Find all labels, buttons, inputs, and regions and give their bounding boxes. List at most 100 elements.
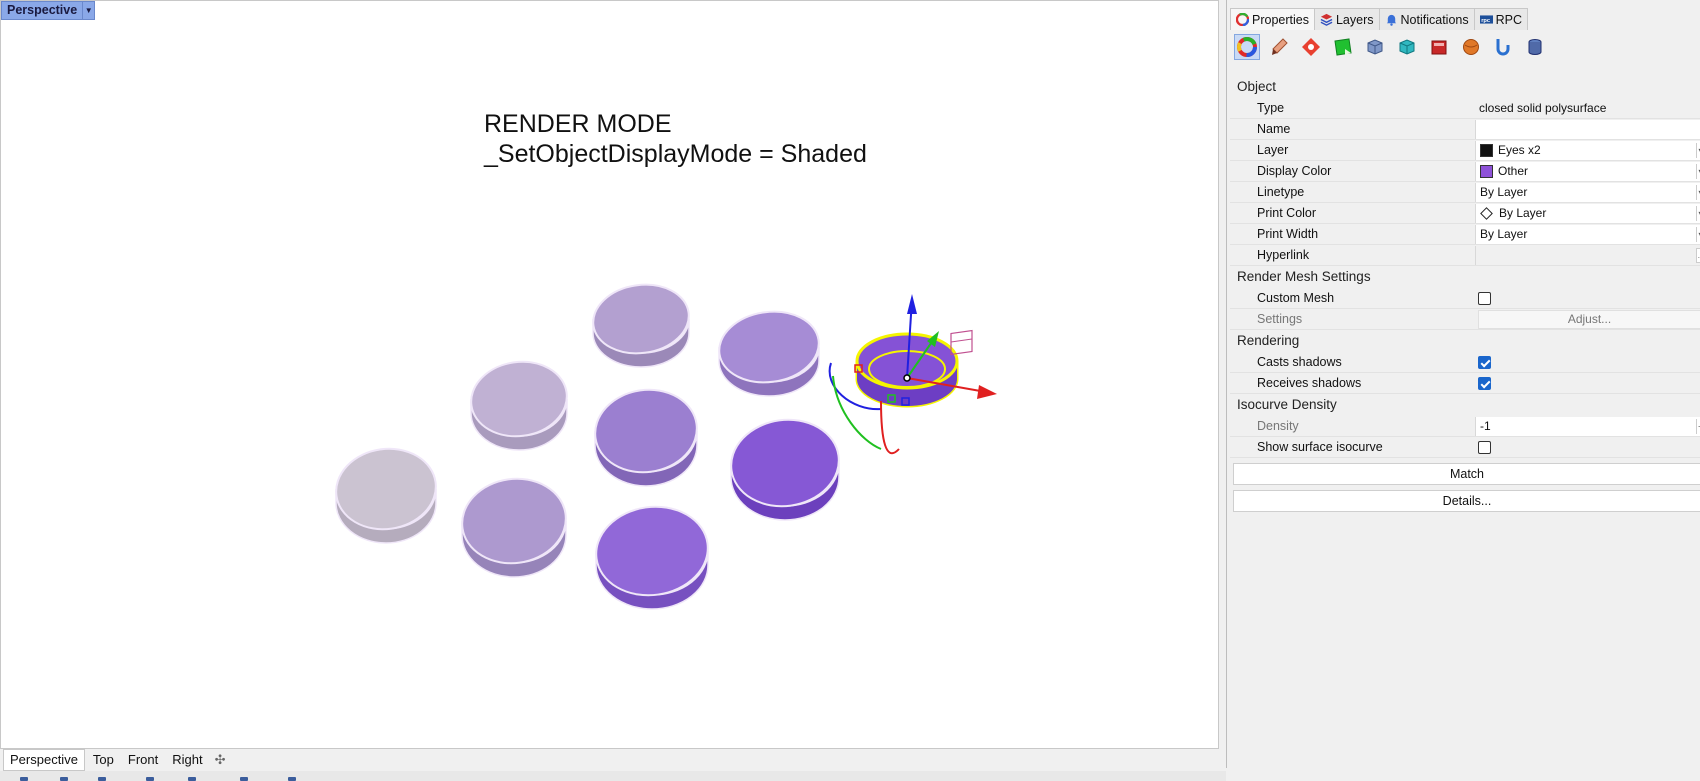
status-icon[interactable] (20, 777, 28, 781)
viewport-menu-chevron-down-icon[interactable]: ▼ (82, 2, 94, 19)
status-icon[interactable] (98, 777, 106, 781)
linetype-label: Linetype (1257, 185, 1305, 199)
tab-properties-label: Properties (1252, 12, 1309, 27)
tab-properties[interactable]: Properties (1230, 8, 1315, 30)
hyperlink-field[interactable]: .. (1475, 246, 1700, 265)
type-value: closed solid polysurface (1479, 101, 1607, 115)
tab-rpc-label: RPC (1495, 12, 1523, 27)
tab-notifications[interactable]: Notifications (1378, 8, 1475, 30)
gumball-center[interactable] (903, 374, 911, 382)
print-width-value: By Layer (1480, 227, 1528, 241)
prop-hyperlink: Hyperlink .. (1230, 245, 1700, 266)
display-color-swatch (1480, 165, 1493, 178)
layer-value: Eyes x2 (1498, 143, 1541, 157)
paint-brush-icon (1272, 38, 1288, 55)
display-color-select[interactable]: Other ▾ (1475, 162, 1700, 181)
viewport-tabs: Perspective Top Front Right ✣ (0, 749, 1219, 771)
status-icon[interactable] (240, 777, 248, 781)
mesh-modifiers-button[interactable] (1394, 34, 1420, 60)
material-button[interactable] (1266, 34, 1292, 60)
layers-icon (1320, 13, 1333, 26)
curve-piping-button[interactable] (1490, 34, 1516, 60)
layer-select[interactable]: Eyes x2 ▾ (1475, 141, 1700, 160)
color-wheel-icon (1236, 13, 1249, 26)
cube-icon (1399, 39, 1415, 55)
match-button[interactable]: Match (1233, 463, 1700, 485)
gumball-z-arrow-icon[interactable] (907, 294, 917, 314)
prop-linetype: Linetype By Layer ▾ (1230, 182, 1700, 203)
show-isocurve-checkbox[interactable] (1478, 441, 1491, 454)
texture-mapping-button[interactable] (1330, 34, 1356, 60)
prop-name: Name (1230, 119, 1700, 140)
hyperlink-browse-button[interactable]: .. (1696, 248, 1700, 263)
status-strip (0, 771, 1226, 781)
tab-layers[interactable]: Layers (1313, 8, 1380, 30)
settings-label: Settings (1257, 312, 1303, 326)
receives-shadows-checkbox[interactable] (1478, 377, 1491, 390)
gumball-x-arrow-icon[interactable] (977, 385, 997, 399)
status-icon[interactable] (288, 777, 296, 781)
density-input[interactable]: -1 ÷ (1475, 417, 1700, 436)
receives-shadows-label: Receives shadows (1257, 376, 1362, 390)
casts-shadows-checkbox[interactable] (1478, 356, 1491, 369)
viewport-name[interactable]: Perspective (2, 2, 82, 19)
gumball-rotate-z[interactable] (880, 400, 900, 455)
gumball[interactable] (828, 294, 997, 455)
tab-top[interactable]: Top (87, 750, 120, 770)
decals-button[interactable] (1298, 34, 1324, 60)
viewport-title[interactable]: Perspective ▼ (1, 1, 96, 20)
red-box-icon (1431, 40, 1447, 55)
status-icon[interactable] (146, 777, 154, 781)
texture-mapping-icon (1334, 38, 1352, 56)
linetype-select[interactable]: By Layer ▾ (1475, 183, 1700, 202)
bell-icon (1386, 14, 1396, 26)
tab-notifications-label: Notifications (1400, 12, 1469, 27)
name-input[interactable] (1475, 120, 1700, 139)
properties-list: Object Type closed solid polysurface Nam… (1230, 76, 1700, 512)
prop-print-width: Print Width By Layer ▾ (1230, 224, 1700, 245)
casts-shadows-label: Casts shadows (1257, 355, 1342, 369)
print-width-select[interactable]: By Layer ▾ (1475, 225, 1700, 244)
section-isocurve: Isocurve Density (1237, 397, 1337, 412)
section-rendering: Rendering (1237, 333, 1300, 348)
rpc-icon: rpc (1479, 15, 1493, 24)
displacement-button[interactable] (1362, 34, 1388, 60)
object-properties-button[interactable] (1234, 34, 1260, 60)
prop-print-color: Print Color By Layer ▾ (1230, 203, 1700, 224)
custom-mesh-checkbox[interactable] (1478, 292, 1491, 305)
status-icon[interactable] (60, 777, 68, 781)
svg-text:rpc: rpc (1481, 18, 1490, 24)
annotation-text[interactable]: RENDER MODE _SetObjectDisplayMode = Shad… (484, 109, 867, 169)
perspective-viewport[interactable]: Perspective ▼ RENDER MODE _SetObjectDisp… (0, 0, 1219, 749)
tab-right[interactable]: Right (166, 750, 208, 770)
density-label: Density (1257, 419, 1299, 433)
linetype-value: By Layer (1480, 185, 1528, 199)
details-button[interactable]: Details... (1233, 490, 1700, 512)
prop-display-color: Display Color Other ▾ (1230, 161, 1700, 182)
tab-layers-label: Layers (1335, 12, 1374, 27)
database-icon (1528, 39, 1542, 55)
panel-tabs: Properties Layers Notifications rpc RPC (1230, 8, 1529, 30)
chevron-down-icon[interactable]: ▾ (1696, 206, 1700, 221)
shut-lining-button[interactable] (1426, 34, 1452, 60)
print-color-select[interactable]: By Layer ▾ (1475, 204, 1700, 223)
sphere-icon (1463, 39, 1479, 55)
annotation-line-2: _SetObjectDisplayMode = Shaded (484, 140, 867, 168)
chevron-down-icon[interactable]: ▾ (1696, 143, 1700, 158)
tab-perspective[interactable]: Perspective (3, 749, 85, 771)
status-icon[interactable] (188, 777, 196, 781)
chevron-down-icon[interactable]: ▾ (1696, 227, 1700, 242)
chevron-down-icon[interactable]: ▾ (1696, 164, 1700, 179)
prop-receives-shadows: Receives shadows (1230, 373, 1700, 394)
attribute-user-text-button[interactable] (1522, 34, 1548, 60)
spinner-icon[interactable]: ÷ (1696, 419, 1700, 434)
thickness-button[interactable] (1458, 34, 1484, 60)
section-render-mesh: Render Mesh Settings (1237, 269, 1371, 284)
tab-front[interactable]: Front (122, 750, 164, 770)
print-color-label: Print Color (1257, 206, 1317, 220)
tab-rpc[interactable]: rpc RPC (1473, 8, 1529, 30)
adjust-button[interactable]: Adjust... (1478, 310, 1700, 329)
show-isocurve-label: Show surface isocurve (1257, 440, 1383, 454)
add-viewport-tab-icon[interactable]: ✣ (211, 752, 230, 768)
chevron-down-icon[interactable]: ▾ (1696, 185, 1700, 200)
